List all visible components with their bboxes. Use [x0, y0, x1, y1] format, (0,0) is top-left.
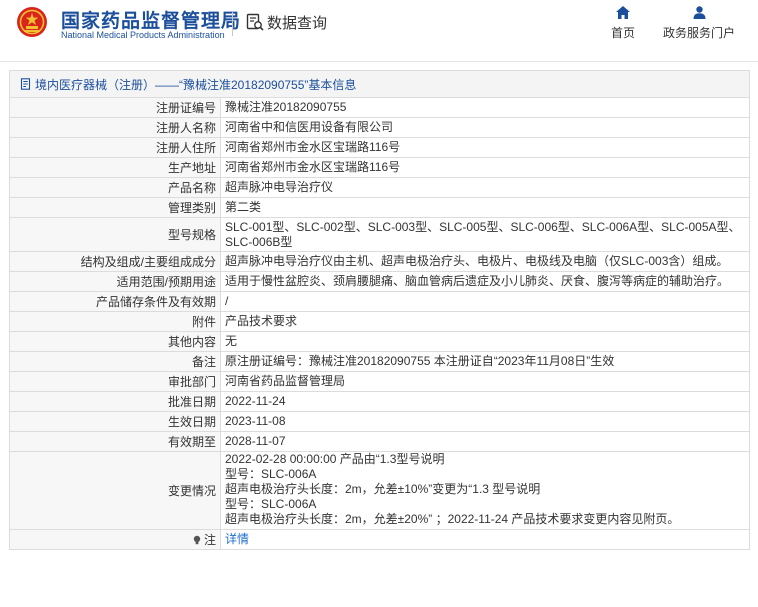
- change-history-line: 型号：SLC-006A: [225, 467, 317, 481]
- table-row: 变更情况 2022-02-28 00:00:00 产品由“1.3型号说明 型号：SL…: [9, 451, 750, 530]
- table-row: 管理类别 第二类: [9, 197, 750, 218]
- field-value: 河南省药品监督管理局: [220, 371, 750, 392]
- nav-service-portal[interactable]: 政务服务门户: [657, 6, 741, 41]
- field-value: 河南省中和信医用设备有限公司: [220, 117, 750, 138]
- table-row: 附件 产品技术要求: [9, 311, 750, 332]
- site-header: 国家药品监督管理局 National Medical Products Admi…: [0, 0, 758, 62]
- field-label: 注册证编号: [9, 97, 221, 118]
- table-row: 生产地址 河南省郑州市金水区宝瑞路116号: [9, 157, 750, 178]
- field-value: 超声脉冲电导治疗仪: [220, 177, 750, 198]
- field-value: 2028-11-07: [220, 431, 750, 452]
- table-row: 注册人住所 河南省郑州市金水区宝瑞路116号: [9, 137, 750, 158]
- field-label: 注册人名称: [9, 117, 221, 138]
- field-label: 变更情况: [9, 451, 221, 530]
- table-row: 生效日期 2023-11-08: [9, 411, 750, 432]
- table-row: 注册证编号 豫械注准20182090755: [9, 97, 750, 118]
- table-row: 产品名称 超声脉冲电导治疗仪: [9, 177, 750, 198]
- field-label: 产品名称: [9, 177, 221, 198]
- document-icon: [20, 78, 31, 90]
- field-value: /: [220, 291, 750, 312]
- change-history-value: 2022-02-28 00:00:00 产品由“1.3型号说明 型号：SLC-00…: [220, 451, 750, 530]
- field-label: 管理类别: [9, 197, 221, 218]
- field-label: 审批部门: [9, 371, 221, 392]
- nav-service-portal-label: 政务服务门户: [662, 26, 735, 40]
- field-label: 注册人住所: [9, 137, 221, 158]
- field-value: 河南省郑州市金水区宝瑞路116号: [220, 157, 750, 178]
- note-value: 详情: [220, 529, 750, 550]
- field-value: 豫械注准20182090755: [220, 97, 750, 118]
- breadcrumb-text: 境内医疗器械（注册）——“豫械注准20182090755”基本信息: [35, 78, 357, 92]
- table-row: 其他内容无: [9, 331, 750, 352]
- field-label: 注: [9, 529, 221, 550]
- details-link[interactable]: 详情: [225, 532, 249, 546]
- change-history-line: 2022-02-28 00:00:00 产品由“1.3型号说明: [225, 452, 445, 467]
- field-value: 原注册证编号：豫械注准20182090755 本注册证自“2023年11月08日…: [220, 351, 750, 372]
- field-label: 附件: [9, 311, 221, 332]
- field-value: SLC-001型、SLC-002型、SLC-003型、SLC-005型、SLC-…: [220, 217, 750, 252]
- field-value: 适用于慢性盆腔炎、颈肩腰腿痛、脑血管病后遗症及小儿肺炎、厌食、腹泻等病症的辅助治…: [220, 271, 750, 292]
- table-row: 备注 原注册证编号：豫械注准20182090755 本注册证自“2023年11月0…: [9, 351, 750, 372]
- brand-name-en: National Medical Products Administration: [61, 30, 225, 40]
- field-label: 产品储存条件及有效期: [9, 291, 221, 312]
- national-emblem-icon: [17, 7, 47, 37]
- field-value: 无: [220, 331, 750, 352]
- field-label: 适用范围/预期用途: [9, 271, 221, 292]
- field-value: 2022-11-24: [220, 391, 750, 412]
- change-history-line: 超声电极治疗头长度：2m，允差±20%” ；2022-11-24 产品技术要求变…: [225, 512, 680, 526]
- breadcrumb: 境内医疗器械（注册）——“豫械注准20182090755”基本信息: [9, 70, 750, 97]
- field-label: 结构及组成/主要组成成分: [9, 251, 221, 272]
- table-row: 产品储存条件及有效期 /: [9, 291, 750, 312]
- section-title: 数据查询: [267, 15, 328, 32]
- field-value: 产品技术要求: [220, 311, 750, 332]
- table-row: 审批部门 河南省药品监督管理局: [9, 371, 750, 392]
- lightbulb-icon: [193, 535, 201, 545]
- nav-home[interactable]: 首页: [606, 6, 640, 41]
- table-row: 批准日期 2022-11-24: [9, 391, 750, 412]
- table-row: 有效期至 2028-11-07: [9, 431, 750, 452]
- registration-detail-table: 注册证编号 豫械注准20182090755 注册人名称 河南省中和信医用设备有限公司注…: [9, 97, 750, 550]
- field-label: 其他内容: [9, 331, 221, 352]
- field-label: 生效日期: [9, 411, 221, 432]
- field-value: 河南省郑州市金水区宝瑞路116号: [220, 137, 750, 158]
- field-label: 有效期至: [9, 431, 221, 452]
- field-value: 2023-11-08: [220, 411, 750, 432]
- field-value: 第二类: [220, 197, 750, 218]
- nav-home-label: 首页: [610, 26, 635, 40]
- header-divider: [232, 12, 233, 36]
- field-label: 生产地址: [9, 157, 221, 178]
- field-label: 批准日期: [9, 391, 221, 412]
- table-row: 适用范围/预期用途 适用于慢性盆腔炎、颈肩腰腿痛、脑血管病后遗症及小儿肺炎、厌食、…: [9, 271, 750, 292]
- table-row: 注册人名称 河南省中和信医用设备有限公司: [9, 117, 750, 138]
- field-label: 备注: [9, 351, 221, 372]
- field-label: 型号规格: [9, 217, 221, 252]
- table-row: 型号规格 SLC-001型、SLC-002型、SLC-003型、SLC-005型、…: [9, 217, 750, 252]
- table-row: 注详情: [9, 529, 750, 550]
- home-icon: [616, 6, 630, 19]
- brand-name-cn: 国家药品监督管理局: [61, 11, 242, 32]
- change-history-line: 超声电极治疗头长度：2m，允差±10%”变更为“1.3 型号说明: [225, 482, 541, 496]
- user-icon: [693, 6, 705, 19]
- table-row: 结构及组成/主要组成成分 超声脉冲电导治疗仪由主机、超声电极治疗头、电极片、电极线…: [9, 251, 750, 272]
- change-history-line: 型号：SLC-006A: [225, 497, 317, 511]
- note-label: 注: [203, 533, 216, 547]
- data-query-icon: [246, 13, 264, 31]
- field-value: 超声脉冲电导治疗仪由主机、超声电极治疗头、电极片、电极线及电脑（仅SLC-003…: [220, 251, 750, 272]
